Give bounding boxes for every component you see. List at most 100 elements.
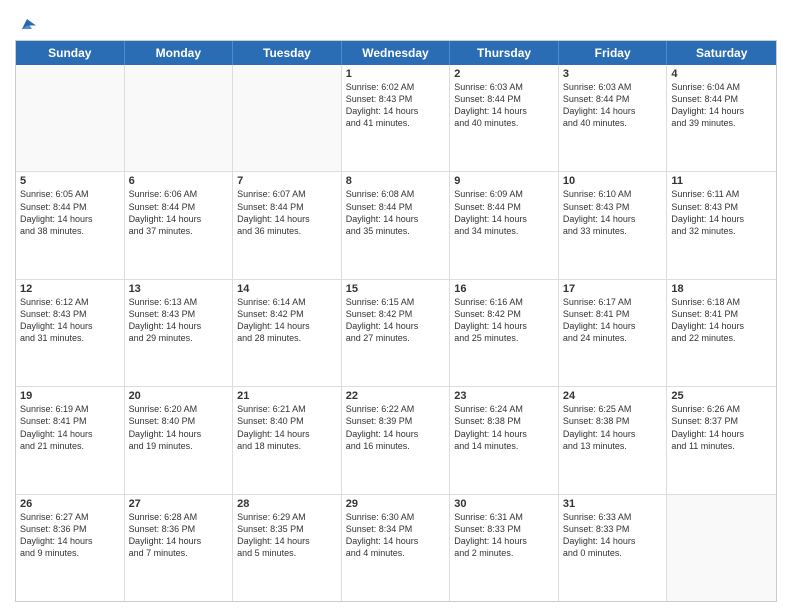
calendar-cell: 7Sunrise: 6:07 AM Sunset: 8:44 PM Daylig…	[233, 172, 342, 278]
day-number: 30	[454, 498, 554, 510]
weekday-header: Tuesday	[233, 41, 342, 65]
weekday-header: Friday	[559, 41, 668, 65]
calendar-cell: 9Sunrise: 6:09 AM Sunset: 8:44 PM Daylig…	[450, 172, 559, 278]
day-number: 10	[563, 175, 663, 187]
cell-info: Sunrise: 6:06 AM Sunset: 8:44 PM Dayligh…	[129, 188, 229, 237]
day-number: 14	[237, 283, 337, 295]
calendar-cell: 4Sunrise: 6:04 AM Sunset: 8:44 PM Daylig…	[667, 65, 776, 171]
cell-info: Sunrise: 6:33 AM Sunset: 8:33 PM Dayligh…	[563, 511, 663, 560]
calendar-cell: 15Sunrise: 6:15 AM Sunset: 8:42 PM Dayli…	[342, 280, 451, 386]
cell-info: Sunrise: 6:11 AM Sunset: 8:43 PM Dayligh…	[671, 188, 772, 237]
day-number: 7	[237, 175, 337, 187]
calendar-cell: 13Sunrise: 6:13 AM Sunset: 8:43 PM Dayli…	[125, 280, 234, 386]
cell-info: Sunrise: 6:27 AM Sunset: 8:36 PM Dayligh…	[20, 511, 120, 560]
day-number: 24	[563, 390, 663, 402]
page: SundayMondayTuesdayWednesdayThursdayFrid…	[0, 0, 792, 612]
cell-info: Sunrise: 6:25 AM Sunset: 8:38 PM Dayligh…	[563, 403, 663, 452]
cell-info: Sunrise: 6:20 AM Sunset: 8:40 PM Dayligh…	[129, 403, 229, 452]
cell-info: Sunrise: 6:08 AM Sunset: 8:44 PM Dayligh…	[346, 188, 446, 237]
day-number: 11	[671, 175, 772, 187]
weekday-header: Thursday	[450, 41, 559, 65]
calendar-cell: 29Sunrise: 6:30 AM Sunset: 8:34 PM Dayli…	[342, 495, 451, 601]
calendar-cell: 1Sunrise: 6:02 AM Sunset: 8:43 PM Daylig…	[342, 65, 451, 171]
day-number: 17	[563, 283, 663, 295]
cell-info: Sunrise: 6:22 AM Sunset: 8:39 PM Dayligh…	[346, 403, 446, 452]
cell-info: Sunrise: 6:10 AM Sunset: 8:43 PM Dayligh…	[563, 188, 663, 237]
header	[15, 10, 777, 34]
cell-info: Sunrise: 6:14 AM Sunset: 8:42 PM Dayligh…	[237, 296, 337, 345]
day-number: 2	[454, 68, 554, 80]
day-number: 4	[671, 68, 772, 80]
calendar-cell: 6Sunrise: 6:06 AM Sunset: 8:44 PM Daylig…	[125, 172, 234, 278]
calendar-row: 19Sunrise: 6:19 AM Sunset: 8:41 PM Dayli…	[16, 387, 776, 494]
day-number: 28	[237, 498, 337, 510]
calendar-cell: 14Sunrise: 6:14 AM Sunset: 8:42 PM Dayli…	[233, 280, 342, 386]
day-number: 27	[129, 498, 229, 510]
calendar-cell: 27Sunrise: 6:28 AM Sunset: 8:36 PM Dayli…	[125, 495, 234, 601]
day-number: 18	[671, 283, 772, 295]
cell-info: Sunrise: 6:18 AM Sunset: 8:41 PM Dayligh…	[671, 296, 772, 345]
logo-icon	[17, 14, 37, 34]
day-number: 1	[346, 68, 446, 80]
cell-info: Sunrise: 6:07 AM Sunset: 8:44 PM Dayligh…	[237, 188, 337, 237]
calendar-cell: 10Sunrise: 6:10 AM Sunset: 8:43 PM Dayli…	[559, 172, 668, 278]
calendar-cell: 31Sunrise: 6:33 AM Sunset: 8:33 PM Dayli…	[559, 495, 668, 601]
calendar-cell: 24Sunrise: 6:25 AM Sunset: 8:38 PM Dayli…	[559, 387, 668, 493]
calendar-cell: 18Sunrise: 6:18 AM Sunset: 8:41 PM Dayli…	[667, 280, 776, 386]
calendar-body: 1Sunrise: 6:02 AM Sunset: 8:43 PM Daylig…	[16, 65, 776, 601]
day-number: 26	[20, 498, 120, 510]
day-number: 16	[454, 283, 554, 295]
cell-info: Sunrise: 6:29 AM Sunset: 8:35 PM Dayligh…	[237, 511, 337, 560]
cell-info: Sunrise: 6:15 AM Sunset: 8:42 PM Dayligh…	[346, 296, 446, 345]
day-number: 6	[129, 175, 229, 187]
calendar-cell: 22Sunrise: 6:22 AM Sunset: 8:39 PM Dayli…	[342, 387, 451, 493]
calendar-cell: 17Sunrise: 6:17 AM Sunset: 8:41 PM Dayli…	[559, 280, 668, 386]
calendar-cell: 25Sunrise: 6:26 AM Sunset: 8:37 PM Dayli…	[667, 387, 776, 493]
day-number: 13	[129, 283, 229, 295]
cell-info: Sunrise: 6:12 AM Sunset: 8:43 PM Dayligh…	[20, 296, 120, 345]
calendar-cell: 20Sunrise: 6:20 AM Sunset: 8:40 PM Dayli…	[125, 387, 234, 493]
calendar-header: SundayMondayTuesdayWednesdayThursdayFrid…	[16, 41, 776, 65]
cell-info: Sunrise: 6:24 AM Sunset: 8:38 PM Dayligh…	[454, 403, 554, 452]
cell-info: Sunrise: 6:05 AM Sunset: 8:44 PM Dayligh…	[20, 188, 120, 237]
cell-info: Sunrise: 6:28 AM Sunset: 8:36 PM Dayligh…	[129, 511, 229, 560]
day-number: 15	[346, 283, 446, 295]
day-number: 12	[20, 283, 120, 295]
calendar-cell: 19Sunrise: 6:19 AM Sunset: 8:41 PM Dayli…	[16, 387, 125, 493]
cell-info: Sunrise: 6:02 AM Sunset: 8:43 PM Dayligh…	[346, 81, 446, 130]
day-number: 5	[20, 175, 120, 187]
cell-info: Sunrise: 6:30 AM Sunset: 8:34 PM Dayligh…	[346, 511, 446, 560]
calendar-cell: 28Sunrise: 6:29 AM Sunset: 8:35 PM Dayli…	[233, 495, 342, 601]
day-number: 19	[20, 390, 120, 402]
cell-info: Sunrise: 6:03 AM Sunset: 8:44 PM Dayligh…	[454, 81, 554, 130]
cell-info: Sunrise: 6:13 AM Sunset: 8:43 PM Dayligh…	[129, 296, 229, 345]
day-number: 3	[563, 68, 663, 80]
calendar-cell: 26Sunrise: 6:27 AM Sunset: 8:36 PM Dayli…	[16, 495, 125, 601]
cell-info: Sunrise: 6:26 AM Sunset: 8:37 PM Dayligh…	[671, 403, 772, 452]
calendar-cell: 23Sunrise: 6:24 AM Sunset: 8:38 PM Dayli…	[450, 387, 559, 493]
day-number: 8	[346, 175, 446, 187]
calendar-cell	[125, 65, 234, 171]
cell-info: Sunrise: 6:21 AM Sunset: 8:40 PM Dayligh…	[237, 403, 337, 452]
day-number: 22	[346, 390, 446, 402]
day-number: 21	[237, 390, 337, 402]
cell-info: Sunrise: 6:04 AM Sunset: 8:44 PM Dayligh…	[671, 81, 772, 130]
calendar-cell	[667, 495, 776, 601]
cell-info: Sunrise: 6:16 AM Sunset: 8:42 PM Dayligh…	[454, 296, 554, 345]
day-number: 23	[454, 390, 554, 402]
day-number: 31	[563, 498, 663, 510]
calendar-row: 12Sunrise: 6:12 AM Sunset: 8:43 PM Dayli…	[16, 280, 776, 387]
cell-info: Sunrise: 6:03 AM Sunset: 8:44 PM Dayligh…	[563, 81, 663, 130]
day-number: 9	[454, 175, 554, 187]
weekday-header: Wednesday	[342, 41, 451, 65]
calendar-row: 1Sunrise: 6:02 AM Sunset: 8:43 PM Daylig…	[16, 65, 776, 172]
calendar-cell: 5Sunrise: 6:05 AM Sunset: 8:44 PM Daylig…	[16, 172, 125, 278]
calendar-cell: 21Sunrise: 6:21 AM Sunset: 8:40 PM Dayli…	[233, 387, 342, 493]
calendar-cell: 30Sunrise: 6:31 AM Sunset: 8:33 PM Dayli…	[450, 495, 559, 601]
calendar-row: 5Sunrise: 6:05 AM Sunset: 8:44 PM Daylig…	[16, 172, 776, 279]
day-number: 25	[671, 390, 772, 402]
calendar-cell	[233, 65, 342, 171]
calendar-cell: 16Sunrise: 6:16 AM Sunset: 8:42 PM Dayli…	[450, 280, 559, 386]
calendar-cell: 8Sunrise: 6:08 AM Sunset: 8:44 PM Daylig…	[342, 172, 451, 278]
day-number: 20	[129, 390, 229, 402]
